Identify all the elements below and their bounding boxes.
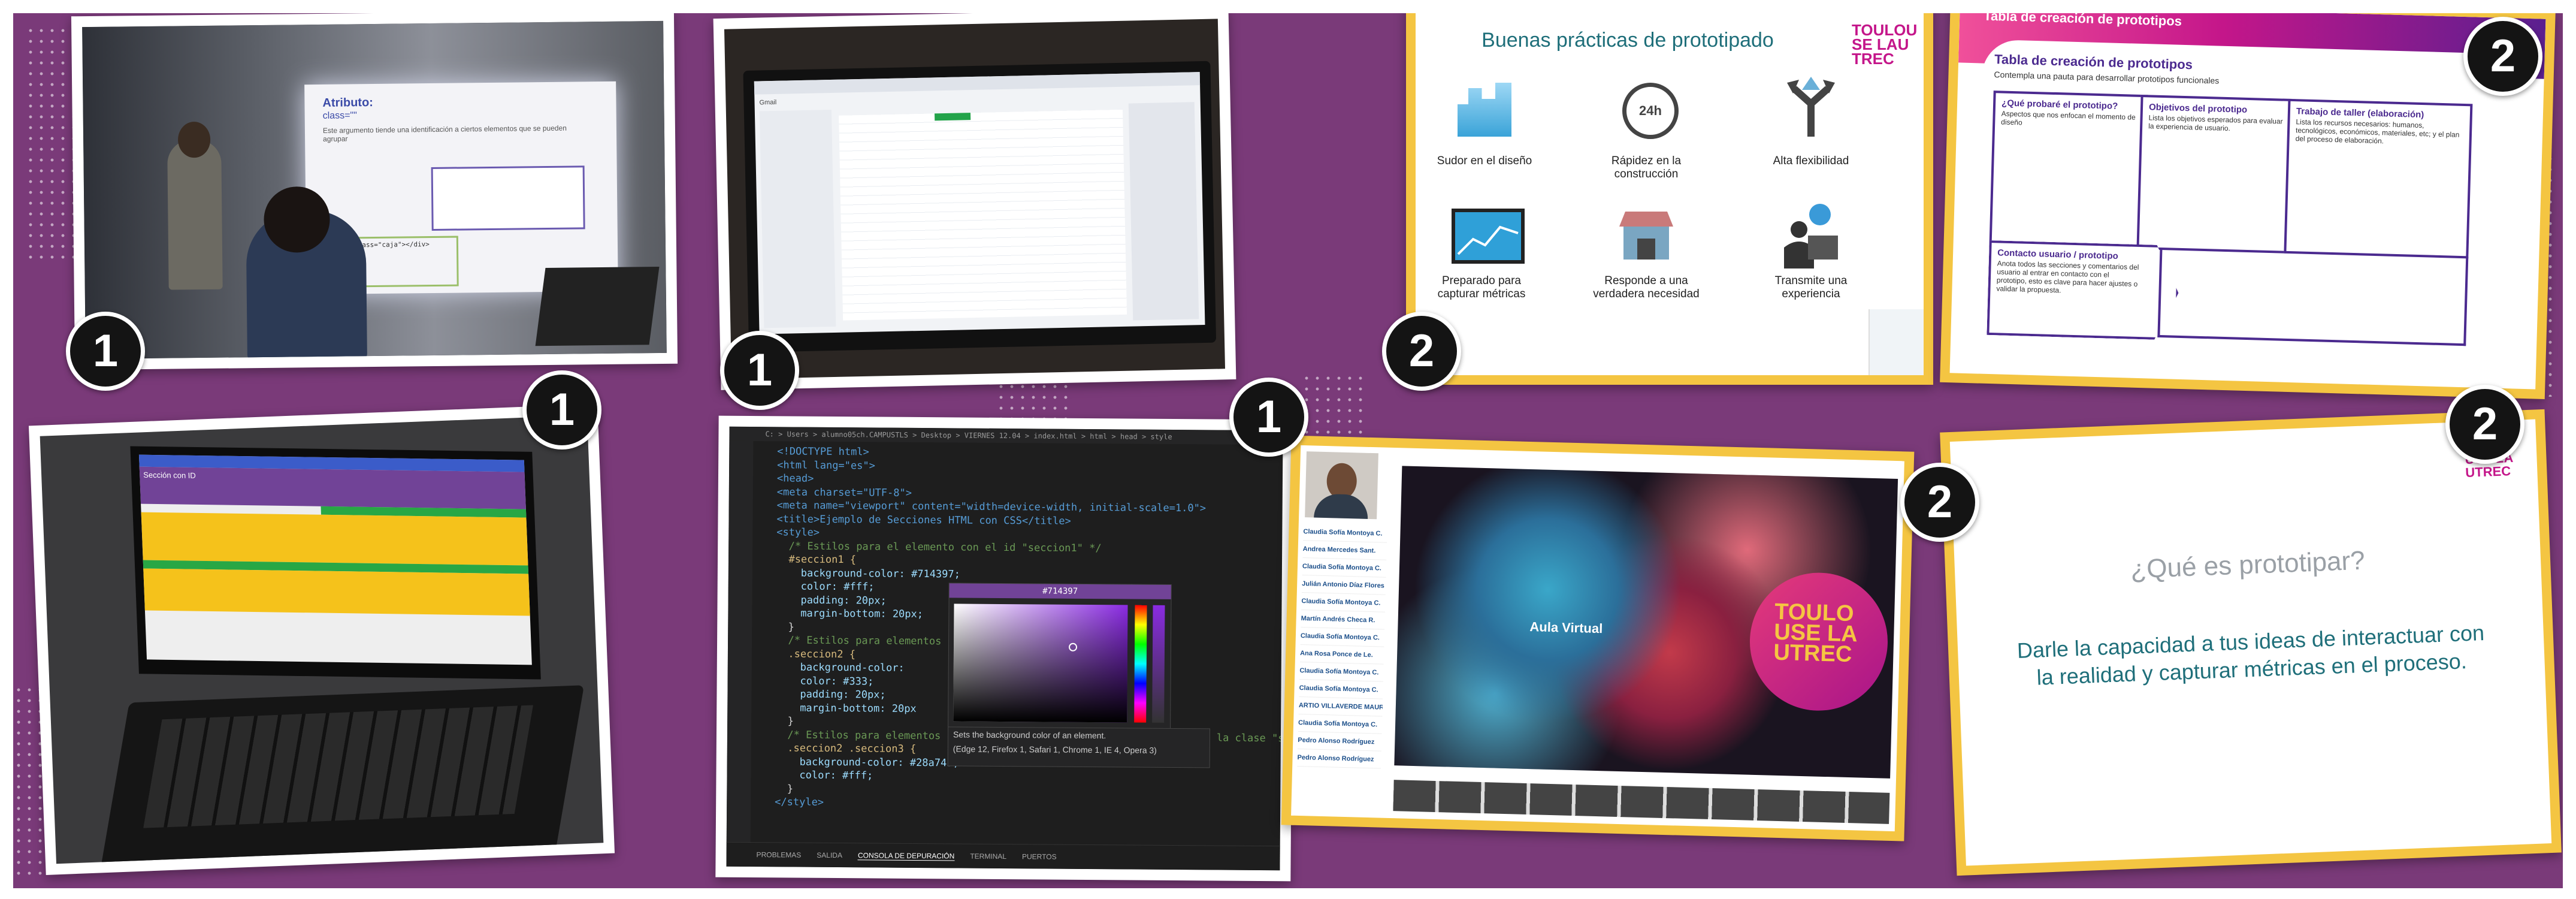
laptop-screen-frame: Gmail (743, 61, 1217, 352)
editor-sidebar (726, 441, 754, 843)
slide-que-es-prototipar: TOULOUSE LAUTREC ¿Qué es prototipar? Dar… (1940, 409, 2562, 876)
webcam-video (1305, 451, 1378, 520)
photo-code-editor: C: > Users > alumno05ch.CAMPUSTLS > Desk… (715, 415, 1294, 882)
brand-circle: TOULOUSE LAUTREC (1748, 571, 1889, 713)
step-badge: 1 (1229, 378, 1308, 457)
slide-thumbnails[interactable] (1393, 780, 1890, 824)
tab-terminal[interactable]: TERMINAL (970, 852, 1006, 861)
store-icon (1616, 209, 1676, 263)
projected-slide-text: Este argumento tiende una identificación… (322, 123, 567, 143)
step-badge: 2 (1382, 312, 1461, 391)
color-picker[interactable]: #714397 (948, 583, 1172, 729)
participant-item[interactable]: Claudia Sofía Montoya C. (1303, 523, 1387, 543)
section-purple: Sección con ID (139, 466, 526, 509)
practice-label: Transmite una experiencia (1774, 274, 1848, 300)
participant-item[interactable]: Claudia Sofía Montoya C. (1298, 714, 1383, 734)
browser-tab-label: Gmail (759, 98, 777, 107)
table-cell: Objetivos del prototipo Lista los objeti… (2136, 94, 2296, 254)
practice-label: Preparado para capturar métricas (1437, 274, 1526, 300)
table-cell: Trabajo de taller (elaboración) Lista lo… (2284, 98, 2473, 259)
cell-body: Lista los objetivos esperados para evalu… (2148, 113, 2283, 133)
participant-item[interactable]: ARTIO VILLAVERDE MAURI (1298, 696, 1383, 717)
participant-item[interactable]: Claudia Sofía Montoya C. (1300, 628, 1385, 647)
laptop-screen-frame: Sección con ID (130, 446, 541, 680)
tab-output[interactable]: SALIDA (817, 851, 842, 859)
browser-window: Sección con ID (138, 454, 532, 665)
split-arrows-icon (1787, 77, 1835, 137)
slide-title: Buenas prácticas de prototipado (1481, 29, 1774, 52)
projected-code-box (431, 165, 585, 231)
participant-item[interactable]: Andrea Mercedes Sant. (1302, 541, 1387, 560)
participant-item[interactable]: Martín Andrés Checa R. (1301, 610, 1386, 630)
step-badge: 1 (522, 370, 601, 450)
tooltip-description: Sets the background color of an element. (953, 729, 1106, 741)
slide-thumbnail (1868, 309, 1924, 375)
participant-item[interactable]: Ana Rosa Ponce de Le. (1299, 645, 1384, 665)
color-picker-value: #714397 (949, 583, 1171, 599)
tab-debug-console[interactable]: CONSOLA DE DEPURACIÓN (857, 850, 955, 861)
editor-breadcrumb[interactable]: C: > Users > alumno05ch.CAMPUSTLS > Desk… (729, 426, 1283, 445)
step-badge: 2 (1900, 463, 1979, 542)
photo-classroom: Atributo: class="" Este argumento tiende… (71, 13, 678, 370)
slide-tabla-creacion: Tabla de creación de prototipos Tabla de… (1940, 13, 2556, 399)
photo-aula-virtual: Claudia Sofía Montoya C. Andrea Mercedes … (1281, 435, 1915, 841)
tooltip-compat: (Edge 12, Firefox 1, Safari 1, Chrome 1,… (953, 744, 1157, 755)
participant-item[interactable]: Claudia Sofía Montoya C. (1302, 558, 1387, 578)
hue-slider[interactable] (1134, 605, 1147, 723)
photo-laptop-browser: Gmail (713, 13, 1236, 390)
practice-label: Sudor en el diseño (1437, 155, 1532, 167)
table-cell: ¿Qué probaré el prototipo? Aspectos que … (1989, 90, 2148, 250)
step-badge: 1 (66, 312, 145, 391)
participant-item[interactable]: Pedro Alonso Rodríguez (1297, 749, 1381, 769)
participant-list[interactable]: Claudia Sofía Montoya C. Andrea Mercedes … (1296, 523, 1387, 812)
step-badge: 2 (2445, 385, 2524, 464)
code-line[interactable]: </style> (775, 795, 1280, 812)
collage-background: Atributo: class="" Este argumento tiende… (13, 13, 2563, 888)
tab-ports[interactable]: PUERTOS (1022, 852, 1057, 861)
slide-buenas-practicas: Buenas prácticas de prototipado TOULOUSE… (1406, 13, 1933, 385)
opacity-slider[interactable] (1152, 605, 1165, 723)
tab-problems[interactable]: PROBLEMAS (757, 850, 802, 859)
person-seated-head (263, 186, 331, 253)
browser-window: Gmail (754, 72, 1205, 334)
participant-item[interactable]: Claudia Sofía Montoya C. (1301, 593, 1386, 613)
brand-logo: TOULOUSE LAUTREC (1852, 21, 1918, 68)
slide-question: ¿Qué es prototipar? (2130, 545, 2366, 584)
hover-tooltip: Sets the background color of an element.… (947, 726, 1211, 768)
clock-24h-icon: 24h (1622, 83, 1679, 139)
monitor-chart-icon (1452, 209, 1525, 264)
participant-item[interactable]: Pedro Alonso Rodríguez (1297, 731, 1382, 752)
table-cell: Contacto usuario / prototipo Anota todos… (1987, 240, 2179, 340)
laptop (535, 267, 660, 346)
cell-body: Aspectos que nos enfocan el momento de d… (2001, 109, 2136, 127)
presentation-slide: Aula Virtual TOULOUSE LAUTREC (1394, 466, 1898, 779)
cell-body: Lista los recursos necesarios: humanos, … (2295, 117, 2460, 146)
step-badge: 1 (720, 331, 799, 410)
practice-label: Responde a una verdadera necesidad (1593, 274, 1700, 300)
slide-answer: Darle la capacidad a tus ideas de intera… (2016, 620, 2485, 690)
projected-slide-sub: class="" (322, 110, 357, 121)
practice-label: Rápidez en la construcción (1611, 155, 1682, 180)
participant-item[interactable]: Julián Antonio Díaz Flores (1301, 575, 1386, 595)
laptop-keyboard (98, 685, 585, 864)
picker-handle[interactable] (1068, 642, 1078, 651)
person-head (177, 121, 211, 158)
projected-slide-heading: Atributo: (322, 96, 374, 110)
buildings-icon (1458, 83, 1511, 137)
aula-virtual-label: Aula Virtual (1529, 619, 1603, 636)
participant-item[interactable]: Claudia Sofía Montoya C. (1299, 662, 1384, 682)
participant-item[interactable]: Claudia Sofía Montoya C. (1299, 679, 1383, 699)
person-standing (167, 139, 223, 290)
panel-tabs: PROBLEMAS SALIDA CONSOLA DE DEPURACIÓN T… (726, 841, 1280, 871)
brand-logo: TOULOUSE LAUTREC (1773, 599, 1858, 668)
person-screen-icon (1781, 203, 1841, 269)
saturation-field[interactable] (953, 604, 1128, 723)
cell-body: Anota todos las secciones y comentarios … (1996, 259, 2139, 295)
practice-label: Alta flexibilidad (1773, 155, 1849, 167)
step-badge: 2 (2463, 17, 2542, 96)
photo-laptop-purple: Sección con ID (28, 404, 615, 875)
